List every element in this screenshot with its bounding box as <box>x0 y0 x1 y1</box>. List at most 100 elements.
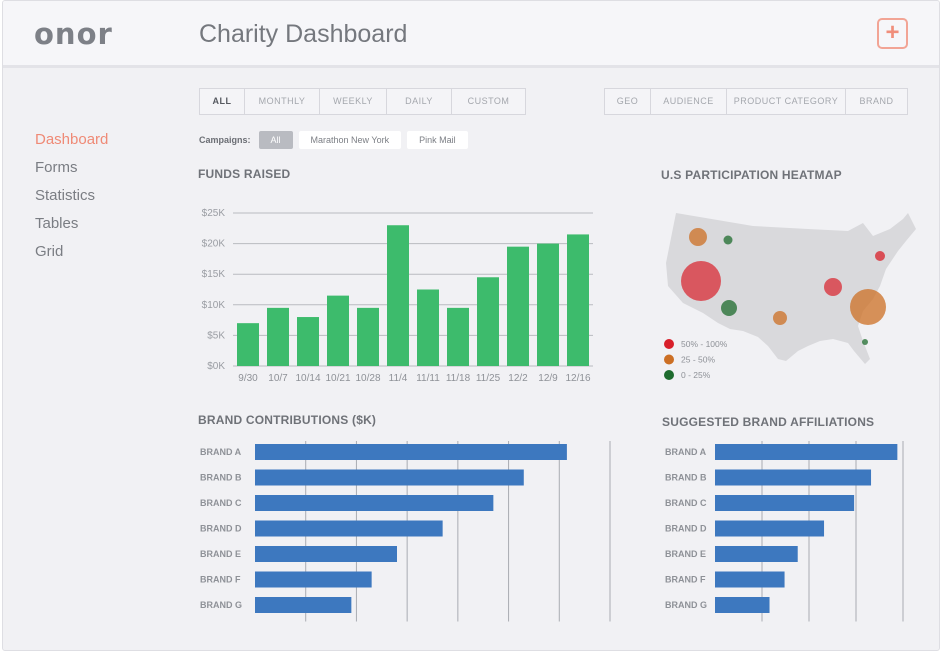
heatmap-bubble[interactable] <box>681 261 721 301</box>
funds-bar[interactable] <box>387 225 409 366</box>
funds-x-tick: 10/7 <box>268 373 288 384</box>
brand-contributions-title: BRAND CONTRIBUTIONS ($K) <box>198 413 377 427</box>
campaign-filter: Campaigns: All Marathon New York Pink Ma… <box>199 131 474 149</box>
funds-y-tick: $5K <box>207 330 225 341</box>
tab-geo[interactable]: GEO <box>605 89 651 114</box>
campaign-pill-pink-mail[interactable]: Pink Mail <box>407 131 468 149</box>
affil-label: BRAND G <box>665 600 707 610</box>
affil-bar[interactable] <box>715 469 872 486</box>
tab-brand[interactable]: BRAND <box>846 89 907 114</box>
legend-swatch <box>664 339 674 349</box>
heatmap-bubble[interactable] <box>862 339 868 345</box>
funds-y-tick: $25K <box>202 208 226 219</box>
affil-bar[interactable] <box>715 546 798 562</box>
affiliations-title: SUGGESTED BRAND AFFILIATIONS <box>662 415 875 429</box>
heatmap-bubble[interactable] <box>773 311 787 325</box>
heatmap-bubble[interactable] <box>824 278 842 296</box>
affil-x-tick: 0 <box>712 626 717 627</box>
affil-label: BRAND D <box>665 524 707 534</box>
legend-swatch <box>664 354 674 365</box>
heatmap-bubble[interactable] <box>850 289 886 325</box>
funds-bar[interactable] <box>327 295 349 366</box>
tab-daily[interactable]: DAILY <box>387 89 452 114</box>
tab-monthly[interactable]: MONTHLY <box>245 89 320 114</box>
affil-label: BRAND A <box>665 447 707 457</box>
brand-affiliations-chart: 0 250 500 750 1000 BRAND A BRAND B BRAND C BRAND… <box>665 441 913 627</box>
contrib-bar[interactable] <box>255 597 352 613</box>
funds-bar[interactable] <box>447 307 469 366</box>
app-logo[interactable]: onor <box>34 17 113 51</box>
funds-bar[interactable] <box>537 243 559 366</box>
legend-label: 0 - 25% <box>681 370 711 380</box>
affil-label: BRAND F <box>665 575 706 585</box>
plus-icon: + <box>885 19 900 46</box>
sidebar-item-statistics[interactable]: Statistics <box>35 185 108 213</box>
funds-y-tick: $15K <box>202 269 226 280</box>
funds-raised-title: FUNDS RAISED <box>198 167 291 181</box>
funds-bar[interactable] <box>237 323 259 366</box>
tab-all[interactable]: ALL <box>200 89 245 114</box>
contrib-x-tick: $10 <box>298 626 313 627</box>
funds-bar[interactable] <box>417 289 439 367</box>
funds-x-tick: 11/4 <box>389 373 408 384</box>
affil-label: BRAND C <box>665 498 707 508</box>
heatmap-title: U.S PARTICIPATION HEATMAP <box>661 168 842 182</box>
app-window: onor Charity Dashboard + Dashboard Forms… <box>2 0 940 651</box>
contrib-bar[interactable] <box>255 546 397 562</box>
tab-product-category[interactable]: PRODUCT CATEGORY <box>727 89 846 114</box>
top-bar: onor Charity Dashboard + <box>3 1 939 68</box>
heatmap-bubble[interactable] <box>875 251 885 261</box>
tab-weekly[interactable]: WEEKLY <box>320 89 387 114</box>
contrib-x-tick: $50 <box>501 626 516 627</box>
tab-custom[interactable]: CUSTOM <box>452 89 525 114</box>
heatmap-bubble[interactable] <box>723 235 733 245</box>
campaigns-label: Campaigns: <box>199 135 251 145</box>
sidebar: Dashboard Forms Statistics Tables Grid <box>35 129 108 269</box>
funds-bar[interactable] <box>267 307 289 366</box>
funds-x-tick: 9/30 <box>238 373 258 384</box>
affil-bar[interactable] <box>715 444 898 460</box>
funds-bar[interactable] <box>357 307 379 366</box>
campaign-pill-marathon[interactable]: Marathon New York <box>298 131 402 149</box>
affil-bar[interactable] <box>715 495 855 511</box>
sidebar-item-dashboard[interactable]: Dashboard <box>35 129 108 157</box>
period-tabs: ALL MONTHLY WEEKLY DAILY CUSTOM <box>199 88 526 115</box>
contrib-x-tick: $40 <box>450 626 465 627</box>
brand-contributions-chart: $0 $10 $20 $30 $40 $50 $60 $70 BRAND A BRAND B BRA… <box>200 441 618 627</box>
funds-x-tick: 10/21 <box>325 373 350 384</box>
sidebar-item-grid[interactable]: Grid <box>35 241 108 269</box>
funds-x-tick: 10/28 <box>355 373 380 384</box>
legend-swatch <box>664 370 674 380</box>
tab-audience[interactable]: AUDIENCE <box>651 89 727 114</box>
funds-bar[interactable] <box>297 317 319 366</box>
heatmap-bubble[interactable] <box>721 300 737 316</box>
contrib-label: BRAND C <box>200 498 242 508</box>
contrib-label: BRAND B <box>200 473 242 483</box>
funds-x-tick: 12/2 <box>508 373 528 384</box>
contrib-bar[interactable] <box>255 444 567 460</box>
affil-bar[interactable] <box>715 520 825 537</box>
campaign-pill-all[interactable]: All <box>258 131 293 149</box>
contrib-bar[interactable] <box>255 469 524 486</box>
funds-x-tick: 11/11 <box>416 373 440 384</box>
affil-x-tick: 1000 <box>893 626 913 627</box>
funds-bar[interactable] <box>477 277 499 366</box>
contrib-x-tick: $0 <box>250 626 260 627</box>
affil-label: BRAND B <box>665 473 707 483</box>
contrib-x-tick: $30 <box>400 626 415 627</box>
sidebar-item-tables[interactable]: Tables <box>35 213 108 241</box>
heatmap-bubble[interactable] <box>689 228 707 246</box>
funds-raised-chart: $0K $5K $10K $15K $20K $25K 9/30 10/7 10/14 10/21… <box>202 208 593 384</box>
contrib-label: BRAND E <box>200 549 241 559</box>
contrib-bar[interactable] <box>255 495 494 511</box>
contrib-bar[interactable] <box>255 520 443 537</box>
funds-bar[interactable] <box>507 246 529 366</box>
funds-y-tick: $0K <box>207 361 225 372</box>
funds-bar[interactable] <box>567 234 589 366</box>
affil-bar[interactable] <box>715 571 785 588</box>
contrib-bar[interactable] <box>255 571 372 588</box>
add-button[interactable]: + <box>877 18 908 49</box>
affil-bar[interactable] <box>715 597 770 613</box>
affil-x-tick: 750 <box>848 626 863 627</box>
sidebar-item-forms[interactable]: Forms <box>35 157 108 185</box>
